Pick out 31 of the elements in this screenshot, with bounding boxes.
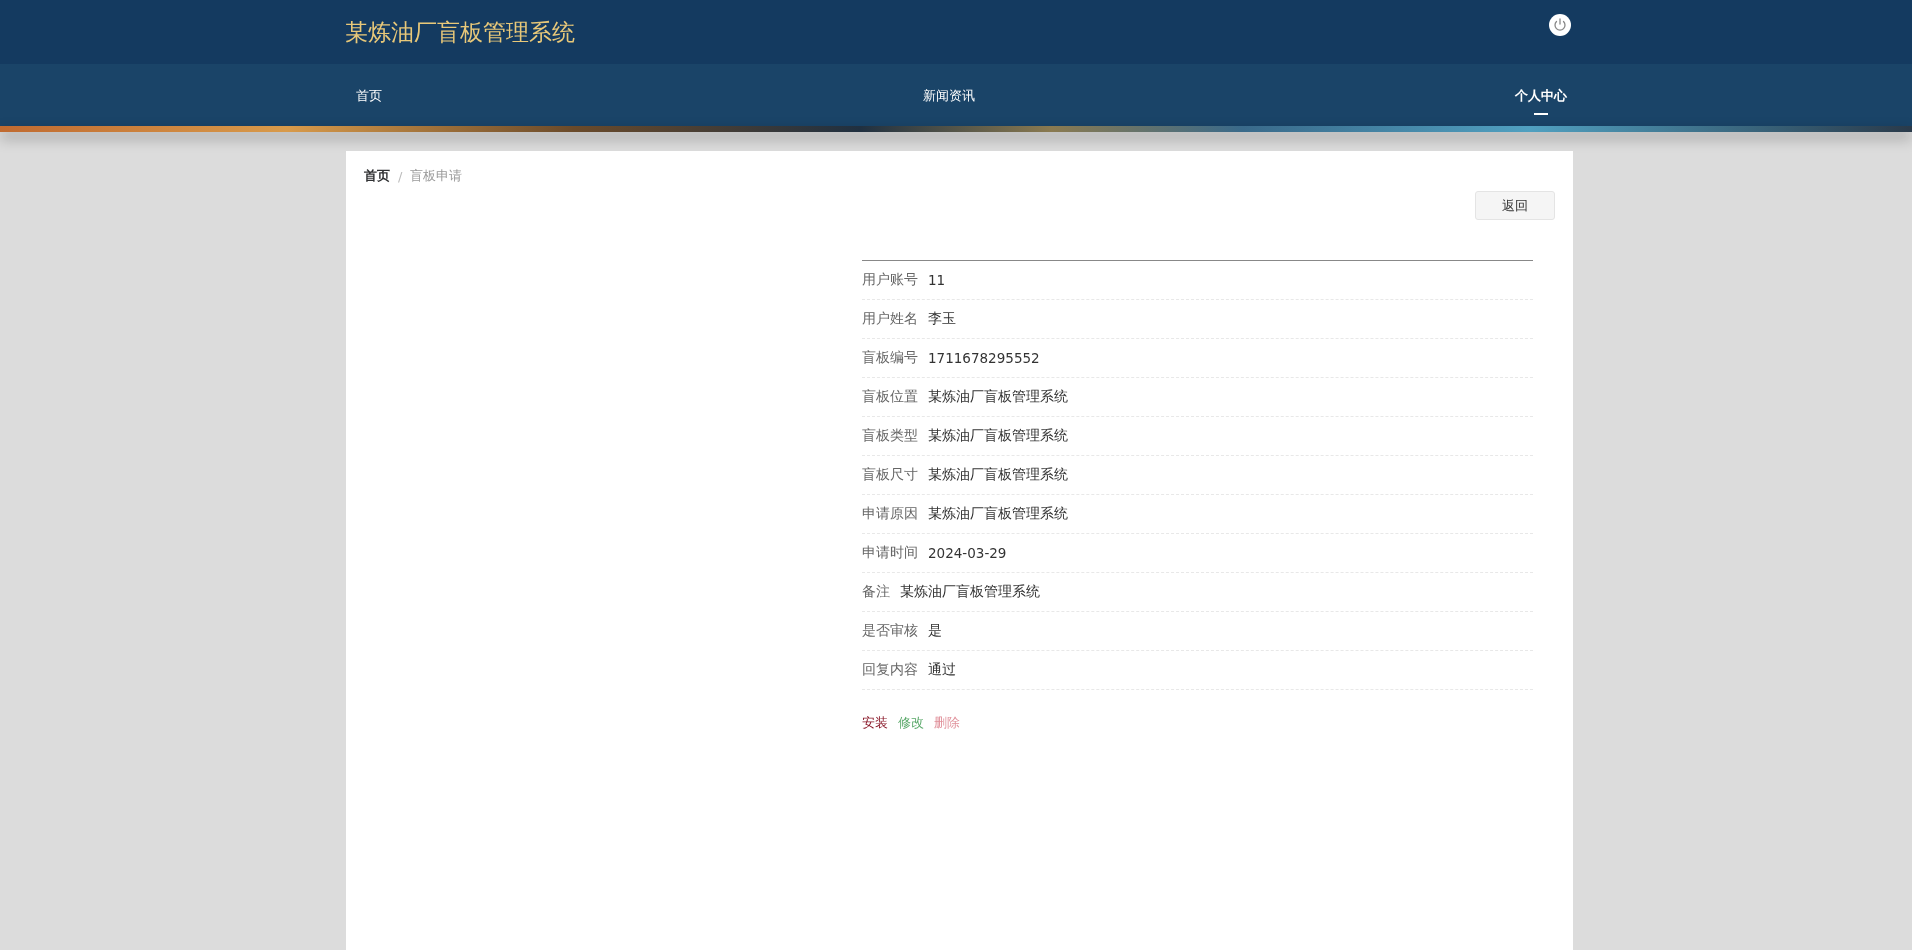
field-value: 是 (928, 622, 942, 640)
field-value: 某炼油厂盲板管理系统 (928, 466, 1068, 484)
back-button[interactable]: 返回 (1475, 191, 1555, 220)
field-label: 盲板位置 (862, 388, 918, 406)
field-label: 备注 (862, 583, 890, 601)
field-label: 是否审核 (862, 622, 918, 640)
nav-link[interactable]: 个人中心 (1515, 75, 1567, 115)
nav-link[interactable]: 新闻资讯 (922, 75, 975, 115)
field-label: 用户账号 (862, 271, 918, 289)
action-link[interactable]: 安装 (862, 714, 888, 732)
field-label: 申请时间 (862, 544, 918, 562)
field-label: 盲板类型 (862, 427, 918, 445)
field-value: 李玉 (928, 310, 956, 328)
field-label: 申请原因 (862, 505, 918, 523)
field-value: 1711678295552 (928, 350, 1040, 366)
nav-link[interactable]: 首页 (356, 75, 382, 115)
field-value: 通过 (928, 661, 956, 679)
field-value: 某炼油厂盲板管理系统 (928, 427, 1068, 445)
field-value: 某炼油厂盲板管理系统 (900, 583, 1040, 601)
field-value: 2024-03-29 (928, 545, 1007, 561)
field-label: 盲板尺寸 (862, 466, 918, 484)
field-label: 盲板编号 (862, 349, 918, 367)
power-icon[interactable] (1548, 13, 1572, 37)
field-value: 11 (928, 272, 946, 288)
field-value: 某炼油厂盲板管理系统 (928, 388, 1068, 406)
field-label: 回复内容 (862, 661, 918, 679)
breadcrumb-separator: / (398, 168, 403, 184)
breadcrumb-link[interactable]: 首页 (364, 167, 390, 185)
field-label: 用户姓名 (862, 310, 918, 328)
field-value: 某炼油厂盲板管理系统 (928, 505, 1068, 523)
site-title: 某炼油厂盲板管理系统 (345, 17, 575, 47)
